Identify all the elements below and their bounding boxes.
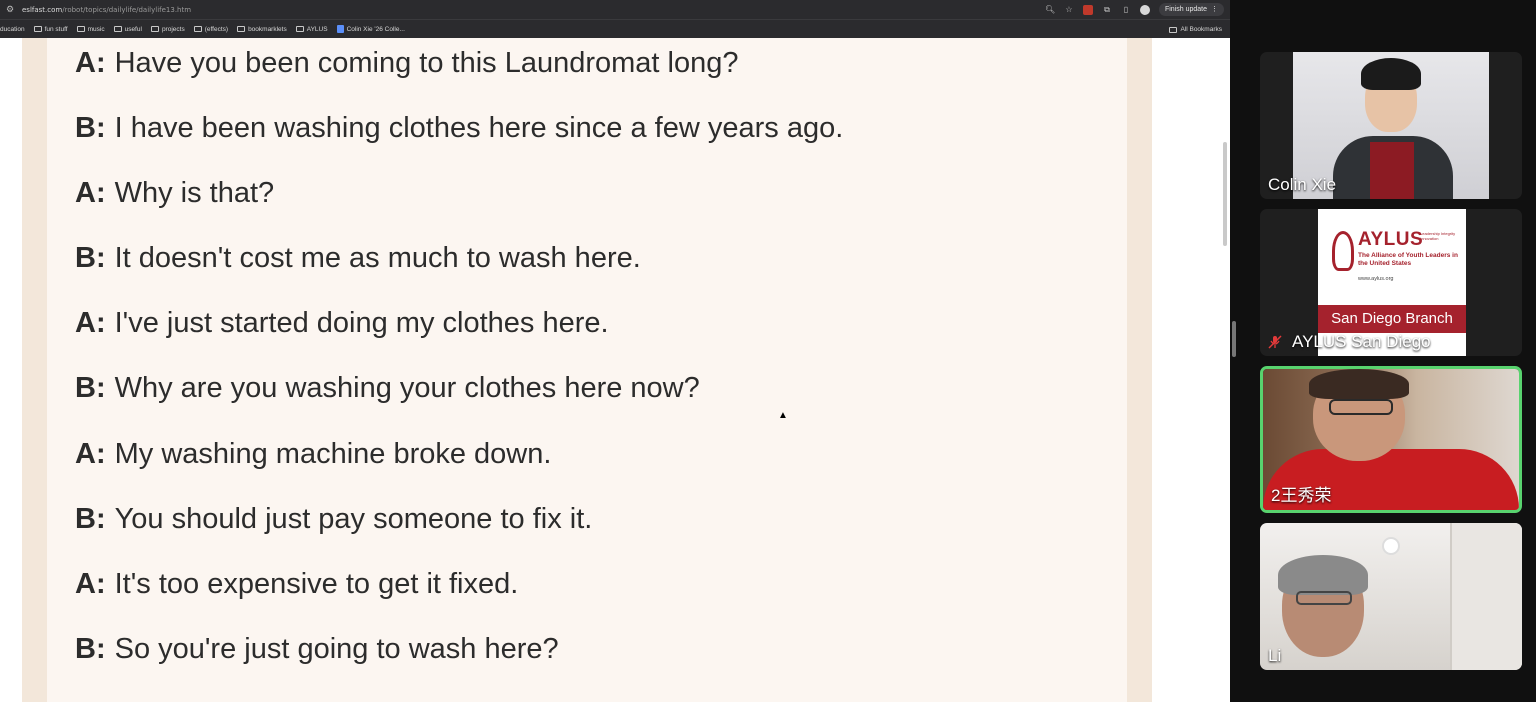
folder-icon bbox=[193, 26, 202, 32]
dialogue-line: B: So you're just going to wash here? bbox=[75, 632, 559, 666]
participant-video bbox=[1260, 523, 1522, 670]
speaker-label: B: bbox=[75, 112, 106, 144]
participant-tile-li[interactable]: Li bbox=[1260, 523, 1522, 670]
aylus-wordmark: AYLUS bbox=[1358, 229, 1424, 250]
extensions-puzzle-icon[interactable]: ⧉ bbox=[1102, 5, 1112, 15]
address-bar[interactable]: eslfast.com/robot/topics/dailylife/daily… bbox=[22, 6, 191, 14]
all-bookmarks-label: All Bookmarks bbox=[1180, 26, 1222, 33]
bookmark-label: Colin Xie '26 Colle... bbox=[346, 25, 405, 33]
url-path: /robot/topics/dailylife/dailylife13.htm bbox=[62, 5, 192, 14]
dialogue-text: I've just started doing my clothes here. bbox=[114, 307, 609, 339]
extension-icon[interactable] bbox=[1082, 4, 1093, 15]
bookmark-folder[interactable]: useful bbox=[113, 25, 142, 33]
participant-name: AYLUS San Diego bbox=[1292, 332, 1431, 351]
dialogue-text: It's too expensive to get it fixed. bbox=[114, 568, 519, 600]
zoom-icon[interactable]: 🔍︎ bbox=[1045, 5, 1055, 15]
all-bookmarks-button[interactable]: All Bookmarks bbox=[1169, 20, 1222, 39]
aylus-branch: San Diego Branch bbox=[1318, 305, 1466, 333]
speaker-label: A: bbox=[75, 177, 106, 209]
profile-avatar[interactable] bbox=[1139, 4, 1150, 15]
web-page: A: Have you been coming to this Laundroma… bbox=[0, 38, 1230, 702]
site-settings-icon[interactable]: ⚙ bbox=[6, 4, 18, 15]
bookmark-label: music bbox=[87, 25, 105, 33]
finish-update-button[interactable]: Finish update ⋮ bbox=[1158, 3, 1224, 16]
dialogue-text: Why are you washing your clothes here no… bbox=[114, 372, 700, 404]
bookmark-star-icon[interactable]: ☆ bbox=[1064, 5, 1074, 15]
bookmark-folder[interactable]: AYLUS bbox=[295, 25, 328, 33]
participant-tile-aylus[interactable]: AYLUS Leadership Integrity Innovation Th… bbox=[1260, 209, 1522, 356]
speaker-label: A: bbox=[75, 47, 106, 79]
browser-window: ⚙ eslfast.com/robot/topics/dailylife/dai… bbox=[0, 0, 1230, 702]
lightbulb-icon bbox=[1332, 231, 1354, 271]
page-scrollbar[interactable] bbox=[1223, 142, 1227, 246]
doc-icon bbox=[336, 25, 344, 33]
bookmark-folder[interactable]: projects bbox=[150, 25, 185, 33]
speaker-label: B: bbox=[75, 242, 106, 274]
dialogue-line: B: Why are you washing your clothes here … bbox=[75, 371, 700, 405]
bookmark-folder[interactable]: fun stuff bbox=[33, 25, 68, 33]
finish-update-label: Finish update bbox=[1164, 6, 1207, 13]
mouse-cursor-icon: ▲ bbox=[778, 410, 788, 421]
dialogue-text: I have been washing clothes here since a… bbox=[114, 112, 844, 144]
dialogue-line: A: I've just started doing my clothes her… bbox=[75, 306, 609, 340]
bookmark-label: bookmarklets bbox=[248, 25, 287, 33]
participant-name: 2王秀荣 bbox=[1271, 486, 1332, 505]
folder-icon bbox=[150, 26, 159, 32]
folder-icon bbox=[237, 26, 246, 32]
speaker-label: A: bbox=[75, 307, 106, 339]
dialogue-text: Have you been coming to this Laundromat … bbox=[114, 47, 739, 79]
bookmark-label: (effects) bbox=[204, 25, 229, 33]
speaker-label: A: bbox=[75, 568, 106, 600]
bookmark-folder[interactable]: bookmarklets bbox=[237, 26, 287, 33]
side-panel-icon[interactable]: ▯ bbox=[1121, 5, 1131, 15]
browser-toolbar: ⚙ eslfast.com/robot/topics/dailylife/dai… bbox=[0, 0, 1230, 19]
aylus-tagline: Leadership Integrity Innovation bbox=[1420, 231, 1456, 241]
dialogue-text: It doesn't cost me as much to wash here. bbox=[114, 242, 641, 274]
speaker-label: B: bbox=[75, 372, 106, 404]
bookmark-folder[interactable]: (effects) bbox=[193, 25, 229, 33]
folder-icon bbox=[295, 26, 304, 32]
bookmark-doc[interactable]: Colin Xie '26 Colle... bbox=[336, 25, 405, 33]
dialogue-line: A: Why is that? bbox=[75, 176, 274, 210]
bookmark-label: ducation bbox=[0, 25, 25, 33]
participant-tile-colin[interactable]: Colin Xie bbox=[1260, 52, 1522, 199]
bookmark-folder[interactable]: music bbox=[76, 25, 105, 33]
bookmarks-bar: ducation fun stuff music useful projects… bbox=[0, 19, 1230, 38]
dialogue-text: My washing machine broke down. bbox=[114, 438, 552, 470]
participant-name: Colin Xie bbox=[1268, 175, 1337, 194]
bookmark-label: projects bbox=[161, 25, 185, 33]
folder-icon bbox=[76, 26, 85, 32]
participant-tile-wang[interactable]: 2王秀荣 bbox=[1260, 366, 1522, 513]
mic-muted-icon bbox=[1268, 335, 1282, 349]
dialogue-line: B: It doesn't cost me as much to wash her… bbox=[75, 241, 641, 275]
dialogue-text: So you're just going to wash here? bbox=[114, 633, 559, 665]
folder-icon bbox=[33, 26, 42, 32]
aylus-subtitle: The Alliance of Youth Leaders in the Uni… bbox=[1358, 252, 1458, 267]
url-host: eslfast.com bbox=[22, 5, 63, 14]
bookmark-label: AYLUS bbox=[306, 25, 328, 33]
panel-resize-handle[interactable] bbox=[1232, 321, 1236, 357]
bookmark-folder[interactable]: ducation bbox=[0, 26, 25, 33]
bookmark-label: fun stuff bbox=[44, 25, 68, 33]
dialogue-text: Why is that? bbox=[114, 177, 275, 209]
dialogue-line: B: I have been washing clothes here since… bbox=[75, 111, 843, 145]
more-vert-icon: ⋮ bbox=[1211, 6, 1218, 13]
participant-name: Li bbox=[1268, 646, 1282, 665]
dialogue-line: A: Have you been coming to this Laundroma… bbox=[75, 46, 739, 80]
dialogue-text: You should just pay someone to fix it. bbox=[114, 503, 593, 535]
folder-icon bbox=[113, 26, 122, 32]
folder-icon bbox=[1169, 26, 1178, 33]
speaker-label: B: bbox=[75, 633, 106, 665]
dialogue-line: A: My washing machine broke down. bbox=[75, 437, 551, 471]
dialogue-line: A: It's too expensive to get it fixed. bbox=[75, 567, 518, 601]
toolbar-actions: 🔍︎ ☆ ⧉ ▯ Finish update ⋮ bbox=[1045, 0, 1224, 19]
speaker-label: A: bbox=[75, 438, 106, 470]
speaker-label: B: bbox=[75, 503, 106, 535]
bookmark-label: useful bbox=[124, 25, 142, 33]
aylus-url: www.aylus.org bbox=[1358, 276, 1394, 282]
dialogue-line: B: You should just pay someone to fix it. bbox=[75, 502, 592, 536]
